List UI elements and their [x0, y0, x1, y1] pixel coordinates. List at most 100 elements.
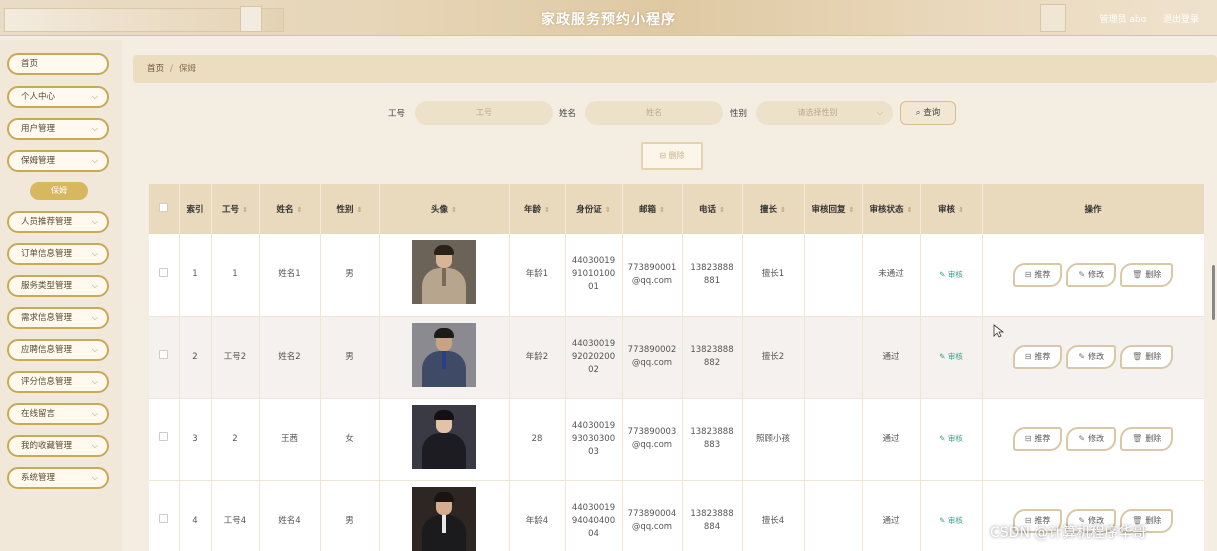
edit-icon: ✎ [1078, 269, 1086, 279]
audit-link[interactable]: ✎ 审核 [939, 270, 963, 279]
sort-icon[interactable]: ⇕ [544, 206, 550, 214]
page-scrollbar[interactable] [1212, 265, 1215, 320]
sort-icon[interactable]: ⇕ [958, 206, 964, 214]
delete-button[interactable]: 🗑 删除 [1120, 427, 1174, 451]
sidebar-item[interactable]: 个人中心 ⌵ [7, 86, 109, 108]
column-header[interactable]: 审核 ⇕ [920, 184, 983, 234]
select-all-header [149, 184, 180, 234]
chevron-down-icon: ⌵ [876, 108, 883, 117]
edit-button[interactable]: ✎ 修改 [1066, 262, 1117, 287]
cell-phone-text: 13823888882 [690, 345, 734, 368]
sort-icon[interactable]: ⇕ [605, 206, 611, 214]
recommend-button[interactable]: ⊟ 推荐 [1012, 427, 1063, 451]
logout-link[interactable]: 退出登录 [1163, 15, 1199, 25]
recommend-button[interactable]: ⊟ 推荐 [1012, 345, 1063, 369]
edit-icon: ✎ [1078, 352, 1086, 361]
column-header[interactable]: 审核状态 ⇕ [862, 184, 921, 234]
cell-job-no-text: 工号2 [223, 351, 247, 362]
avatar-cell [379, 398, 510, 481]
row-checkbox[interactable] [159, 267, 169, 277]
sidebar-item-label: 保姆管理 [21, 156, 56, 166]
table-row[interactable]: 1 1 姓名1 男 年龄1 440300199101010001 773890001@qq.… [149, 234, 1204, 317]
audit-cell: ✎ 审核 [920, 480, 983, 551]
cell-reply [804, 398, 863, 481]
sort-icon[interactable]: ⇕ [451, 206, 457, 214]
sidebar-item[interactable]: 服务类型管理 ⌵ [7, 275, 109, 297]
sidebar-subitem-active[interactable]: 保姆 [30, 182, 88, 200]
sidebar-item-label: 在线留言 [21, 409, 56, 419]
cell-id-card: 440300199101010001 [565, 234, 623, 317]
sidebar-item[interactable]: 首页 [7, 53, 109, 75]
row-checkbox[interactable] [159, 350, 169, 359]
name-label: 姓名 [559, 109, 577, 119]
delete-button[interactable]: 🗑 删除 [1120, 262, 1174, 287]
row-checkbox[interactable] [159, 514, 169, 523]
row-select-cell [149, 398, 180, 481]
table-row[interactable]: 2 工号2 姓名2 男 年龄2 440300199202020002 773890002@q… [149, 316, 1204, 399]
column-header[interactable]: 头像 ⇕ [379, 184, 510, 234]
sort-icon[interactable]: ⇕ [357, 206, 363, 214]
column-header[interactable]: 电话 ⇕ [682, 184, 743, 234]
sort-icon[interactable]: ⇕ [659, 206, 665, 214]
audit-link[interactable]: ✎ 审核 [939, 352, 963, 361]
gender-select[interactable]: 请选择性别 ⌵ [756, 101, 893, 125]
search-icon: ⌕ [915, 108, 921, 118]
column-header[interactable]: 邮箱 ⇕ [622, 184, 683, 234]
admin-user-label[interactable]: 管理员 abo [1100, 15, 1147, 25]
batch-delete-button[interactable]: ⊟ 删除 [641, 142, 703, 170]
cell-gender: 男 [320, 234, 380, 317]
cell-index: 3 [179, 398, 212, 481]
cell-phone: 13823888883 [682, 398, 743, 481]
table-row[interactable]: 3 2 王茜 女 28 440300199303030003 773890003@qq.co… [149, 398, 1204, 481]
column-header[interactable]: 性别 ⇕ [320, 184, 380, 234]
cell-phone-text: 13823888884 [690, 509, 734, 532]
select-all-checkbox[interactable] [159, 203, 169, 212]
sidebar-item-label: 我的收藏管理 [21, 441, 73, 451]
delete-button[interactable]: 🗑 删除 [1120, 345, 1174, 369]
sort-icon[interactable]: ⇕ [719, 206, 725, 214]
sort-icon[interactable]: ⇕ [907, 206, 913, 214]
audit-link-label: 审核 [947, 516, 963, 525]
sort-icon[interactable]: ⇕ [780, 206, 786, 214]
sidebar-item[interactable]: 我的收藏管理 ⌵ [7, 435, 109, 457]
sort-icon[interactable]: ⇕ [849, 206, 855, 214]
sort-icon[interactable]: ⇕ [297, 206, 303, 214]
row-checkbox[interactable] [159, 432, 169, 441]
row-select-cell [149, 316, 180, 399]
cell-reply [804, 480, 863, 551]
job-no-input[interactable]: 工号 [415, 101, 553, 125]
sidebar-item[interactable]: 评分信息管理 ⌵ [7, 371, 109, 393]
cell-id-card: 440300199202020002 [565, 316, 623, 399]
audit-link[interactable]: ✎ 审核 [939, 434, 963, 443]
column-header[interactable]: 擅长 ⇕ [742, 184, 805, 234]
gender-label: 性别 [730, 109, 748, 119]
avatar-cell [379, 316, 510, 399]
top-bar: 家政服务预约小程序 管理员 abo 退出登录 [0, 0, 1217, 36]
breadcrumb-home[interactable]: 首页 [147, 64, 164, 74]
audit-link-label: 审核 [947, 434, 963, 443]
sidebar-item[interactable]: 应聘信息管理 ⌵ [7, 339, 109, 361]
sidebar-item[interactable]: 订单信息管理 ⌵ [7, 243, 109, 265]
sort-icon[interactable]: ⇕ [242, 206, 248, 214]
sidebar-item[interactable]: 系统管理 ⌵ [7, 467, 109, 489]
cell-age: 28 [509, 398, 566, 481]
recommend-button[interactable]: ⊟ 推荐 [1012, 262, 1063, 287]
delete-button-label: 删除 [1145, 352, 1162, 361]
audit-link[interactable]: ✎ 审核 [939, 516, 963, 525]
edit-button[interactable]: ✎ 修改 [1066, 345, 1117, 369]
column-header[interactable]: 姓名 ⇕ [259, 184, 321, 234]
column-header[interactable]: 工号 ⇕ [211, 184, 260, 234]
sidebar-item[interactable]: 人员推荐管理 ⌵ [7, 211, 109, 233]
sidebar-item[interactable]: 需求信息管理 ⌵ [7, 307, 109, 329]
name-input[interactable]: 姓名 [585, 101, 723, 125]
cell-name-text: 姓名2 [278, 351, 301, 362]
sidebar-item[interactable]: 在线留言 ⌵ [7, 403, 109, 425]
search-button[interactable]: ⌕ 查询 [900, 101, 956, 125]
column-header: 索引 [179, 184, 212, 234]
column-header[interactable]: 身份证 ⇕ [565, 184, 623, 234]
column-header[interactable]: 审核回复 ⇕ [804, 184, 863, 234]
edit-button[interactable]: ✎ 修改 [1066, 427, 1117, 451]
sidebar-item[interactable]: 保姆管理 ⌵ [7, 150, 109, 172]
column-header[interactable]: 年龄 ⇕ [509, 184, 566, 234]
sidebar-item[interactable]: 用户管理 ⌵ [7, 118, 109, 140]
